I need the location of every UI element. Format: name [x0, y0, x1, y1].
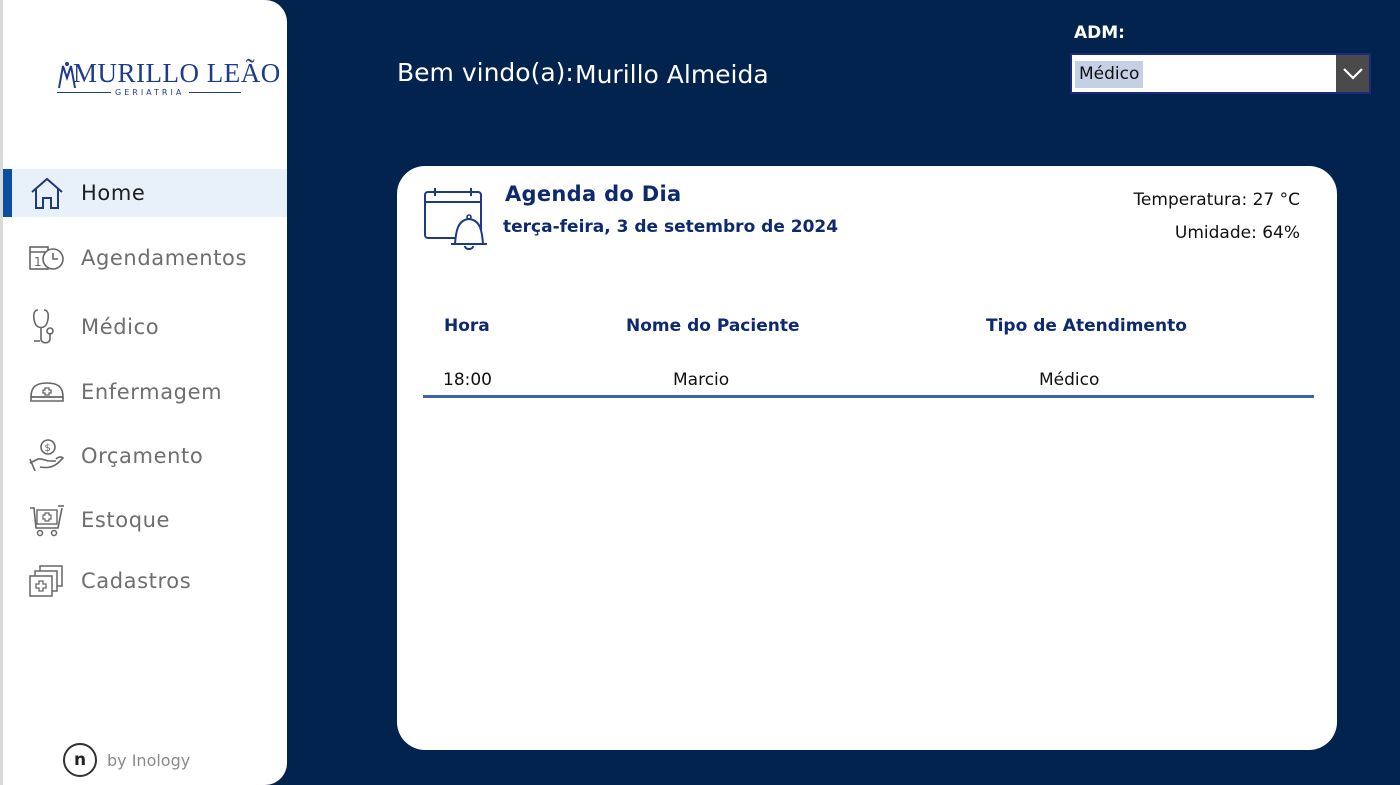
nurse-cap-icon	[27, 372, 67, 412]
cell-tipo: Médico	[1039, 370, 1100, 390]
role-dropdown[interactable]: Médico	[1070, 53, 1371, 94]
sidebar-item-agendamentos[interactable]: 1 Agendamentos	[3, 234, 287, 282]
adm-label: ADM:	[1074, 23, 1125, 43]
sidebar-item-label: Enfermagem	[81, 380, 223, 404]
inology-brand: n by Inology	[63, 743, 190, 777]
column-header-paciente: Nome do Paciente	[626, 316, 800, 336]
sidebar-item-label: Estoque	[81, 508, 171, 532]
calendar-bell-icon	[423, 186, 489, 257]
row-divider	[423, 395, 1314, 398]
sidebar-item-home[interactable]: Home	[3, 169, 287, 217]
cell-paciente: Marcio	[673, 370, 730, 390]
svg-text:1: 1	[34, 255, 42, 269]
sidebar-item-enfermagem[interactable]: Enfermagem	[3, 368, 287, 416]
logo-text: MURILLO LEÃO	[73, 58, 281, 88]
cell-hora: 18:00	[443, 370, 492, 390]
brand-logo: MURILLO LEÃO GERIATRIA	[53, 58, 280, 102]
role-dropdown-value: Médico	[1075, 61, 1144, 88]
user-name: Murillo Almeida	[575, 60, 769, 89]
logo-divider	[189, 92, 241, 93]
humidity-text: Umidade: 64%	[1174, 223, 1300, 243]
sidebar-item-medico[interactable]: Médico	[3, 303, 287, 351]
svg-text:$: $	[45, 443, 51, 454]
sidebar-item-label: Cadastros	[81, 569, 192, 593]
sidebar-item-orcamento[interactable]: $ Orçamento	[3, 432, 287, 480]
money-hand-icon: $	[27, 436, 67, 476]
sidebar-item-estoque[interactable]: Estoque	[3, 496, 287, 544]
sidebar-item-cadastros[interactable]: Cadastros	[3, 557, 287, 605]
logo-divider	[57, 92, 111, 93]
temperature-text: Temperatura: 27 °C	[1133, 190, 1300, 210]
column-header-tipo: Tipo de Atendimento	[986, 316, 1187, 336]
column-header-hora: Hora	[444, 316, 490, 336]
home-icon	[27, 173, 67, 213]
sidebar-item-label: Agendamentos	[81, 246, 248, 270]
medical-cart-icon	[27, 500, 67, 540]
welcome-label: Bem vindo(a):	[397, 58, 574, 87]
sidebar-nav: Home 1 Agendamentos Médico Enfermagem $ …	[3, 169, 287, 605]
inology-logo-icon: n	[63, 743, 97, 777]
agenda-date: terça-feira, 3 de setembro de 2024	[503, 217, 839, 237]
sidebar-item-label: Orçamento	[81, 444, 204, 468]
chevron-down-icon[interactable]	[1336, 55, 1369, 92]
agenda-card: Agenda do Dia terça-feira, 3 de setembro…	[397, 166, 1337, 750]
agenda-title: Agenda do Dia	[505, 182, 682, 206]
sidebar-item-label: Home	[81, 181, 146, 205]
medical-files-icon	[27, 561, 67, 601]
inology-brand-text: by Inology	[107, 750, 191, 770]
calendar-clock-icon: 1	[27, 238, 67, 278]
logo-subtitle: GERIATRIA	[115, 88, 185, 97]
sidebar: MURILLO LEÃO GERIATRIA Home 1 Agendament…	[0, 0, 287, 785]
stethoscope-icon	[27, 307, 67, 347]
sidebar-item-label: Médico	[81, 315, 160, 339]
